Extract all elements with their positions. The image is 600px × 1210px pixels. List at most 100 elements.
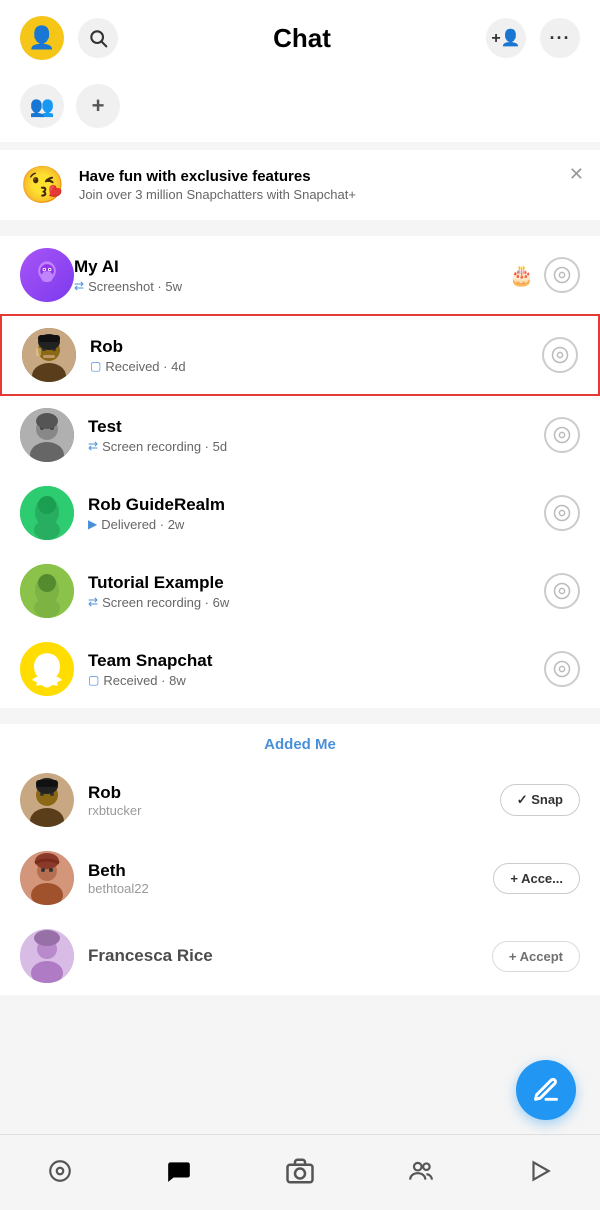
- added-rob-graphic: [20, 773, 74, 827]
- add-friend-icon: +👤: [491, 28, 520, 48]
- guide-status: ▶ Delivered · 2w: [88, 517, 544, 532]
- chat-item-test[interactable]: Test ⇄ Screen recording · 5d: [0, 396, 600, 474]
- my-ai-name: My AI: [74, 257, 509, 277]
- my-ai-birthday-icon: 🎂: [509, 263, 534, 288]
- more-icon: ···: [550, 28, 571, 49]
- camera-nav-icon: [285, 1156, 315, 1186]
- more-options-button[interactable]: ···: [540, 18, 580, 58]
- rob-avatar: [22, 328, 76, 382]
- test-info: Test ⇄ Screen recording · 5d: [88, 417, 544, 454]
- promo-banner: 😘 Have fun with exclusive features Join …: [0, 150, 600, 220]
- francesca-info: Francesca Rice: [88, 946, 492, 966]
- test-avatar: [20, 408, 74, 462]
- my-ai-status: ⇄ Screenshot · 5w: [74, 279, 509, 294]
- team-info: Team Snapchat ▢ Received · 8w: [88, 651, 544, 688]
- rob-status-text: Received · 4d: [105, 359, 185, 374]
- added-me-section: Added Me Rob rxbtucker ✓ Snap: [0, 724, 600, 995]
- my-ai-avatar: [20, 248, 74, 302]
- team-status: ▢ Received · 8w: [88, 673, 544, 688]
- chat-item-rob[interactable]: Rob ▢ Received · 4d: [0, 314, 600, 396]
- camera-icon-guide: [553, 504, 571, 522]
- nav-friends[interactable]: [408, 1158, 434, 1184]
- accept-button-beth[interactable]: + Acce...: [493, 863, 580, 894]
- tutorial-status: ⇄ Screen recording · 6w: [88, 595, 544, 610]
- groups-button[interactable]: 👥: [20, 84, 64, 128]
- divider-1: [0, 220, 600, 228]
- team-avatar: [20, 642, 74, 696]
- guide-name: Rob GuideRealm: [88, 495, 544, 515]
- search-icon: [88, 28, 108, 48]
- team-name: Team Snapchat: [88, 651, 544, 671]
- accept-button-francesca[interactable]: + Accept: [492, 941, 580, 972]
- search-button[interactable]: [78, 18, 118, 58]
- camera-icon-tutorial: [553, 582, 571, 600]
- rob-name: Rob: [90, 337, 542, 357]
- header-right: +👤 ···: [486, 18, 580, 58]
- chat-item-rob-guiderealm[interactable]: Rob GuideRealm ▶ Delivered · 2w: [0, 474, 600, 552]
- added-beth-username: bethtoal22: [88, 881, 493, 896]
- groups-icon: 👥: [30, 94, 55, 119]
- nav-map[interactable]: [47, 1158, 73, 1184]
- play-icon: [527, 1158, 553, 1184]
- francesca-avatar-graphic: [20, 929, 74, 983]
- rob-info: Rob ▢ Received · 4d: [90, 337, 542, 374]
- user-avatar[interactable]: 👤: [20, 16, 64, 60]
- added-beth-avatar: [20, 851, 74, 905]
- guide-avatar: [20, 486, 74, 540]
- rob-status-icon: ▢: [90, 359, 101, 373]
- add-friend-button[interactable]: +👤: [486, 18, 526, 58]
- nav-camera[interactable]: [285, 1156, 315, 1186]
- tutorial-info: Tutorial Example ⇄ Screen recording · 6w: [88, 573, 544, 610]
- tutorial-status-text: Screen recording · 6w: [102, 595, 229, 610]
- compose-button[interactable]: [516, 1060, 576, 1120]
- added-item-beth[interactable]: Beth bethtoal22 + Acce...: [0, 839, 600, 917]
- guide-avatar-graphic: [20, 486, 74, 540]
- rob-camera-button[interactable]: [542, 337, 578, 373]
- chat-list: My AI ⇄ Screenshot · 5w 🎂: [0, 236, 600, 708]
- my-ai-status-text: Screenshot · 5w: [88, 279, 182, 294]
- chat-item-team-snapchat[interactable]: Team Snapchat ▢ Received · 8w: [0, 630, 600, 708]
- guide-camera-button[interactable]: [544, 495, 580, 531]
- chat-item-tutorial[interactable]: Tutorial Example ⇄ Screen recording · 6w: [0, 552, 600, 630]
- camera-icon-team: [553, 660, 571, 678]
- nav-spotlight[interactable]: [527, 1158, 553, 1184]
- snap-button-rob[interactable]: ✓ Snap: [500, 784, 580, 816]
- team-camera-button[interactable]: [544, 651, 580, 687]
- tutorial-status-icon: ⇄: [88, 595, 98, 609]
- rob-avatar-graphic: [22, 328, 76, 382]
- added-rob-info: Rob rxbtucker: [88, 783, 500, 818]
- tutorial-avatar: [20, 564, 74, 618]
- guide-status-text: Delivered · 2w: [101, 517, 184, 532]
- promo-subtitle: Join over 3 million Snapchatters with Sn…: [79, 187, 580, 202]
- added-item-francesca[interactable]: Francesca Rice + Accept: [0, 917, 600, 995]
- added-item-rob[interactable]: Rob rxbtucker ✓ Snap: [0, 761, 600, 839]
- chat-item-my-ai[interactable]: My AI ⇄ Screenshot · 5w 🎂: [0, 236, 600, 314]
- ai-avatar-graphic: [30, 258, 64, 292]
- camera-icon-test: [553, 426, 571, 444]
- header: 👤 Chat +👤 ···: [0, 0, 600, 76]
- added-beth-name: Beth: [88, 861, 493, 881]
- added-beth-graphic: [20, 851, 74, 905]
- added-rob-username: rxbtucker: [88, 803, 500, 818]
- tutorial-camera-button[interactable]: [544, 573, 580, 609]
- friends-icon: [408, 1158, 434, 1184]
- test-status: ⇄ Screen recording · 5d: [88, 439, 544, 454]
- camera-icon-rob: [551, 346, 569, 364]
- compose-icon: [532, 1076, 560, 1104]
- test-camera-button[interactable]: [544, 417, 580, 453]
- header-left: 👤: [20, 16, 118, 60]
- added-rob-avatar: [20, 773, 74, 827]
- my-ai-camera-button[interactable]: [544, 257, 580, 293]
- bottom-nav: [0, 1134, 600, 1210]
- guide-info: Rob GuideRealm ▶ Delivered · 2w: [88, 495, 544, 532]
- added-francesca-avatar: [20, 929, 74, 983]
- added-rob-name: Rob: [88, 783, 500, 803]
- page-title: Chat: [273, 23, 331, 54]
- add-icon: +: [92, 93, 105, 119]
- nav-chat[interactable]: [166, 1158, 192, 1184]
- promo-title: Have fun with exclusive features: [79, 168, 580, 185]
- new-chat-button[interactable]: +: [76, 84, 120, 128]
- promo-emoji: 😘: [20, 164, 65, 206]
- my-ai-info: My AI ⇄ Screenshot · 5w: [74, 257, 509, 294]
- promo-close-button[interactable]: ✕: [569, 164, 584, 185]
